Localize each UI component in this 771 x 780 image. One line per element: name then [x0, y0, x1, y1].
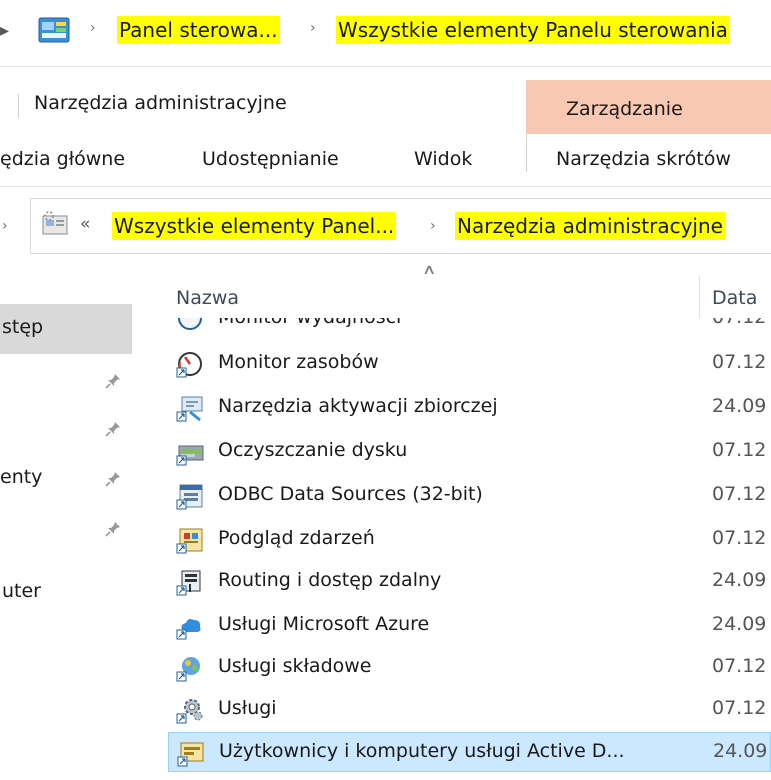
tab-home[interactable]: ędzia główne [0, 148, 125, 170]
nav-item-label[interactable]: enty [0, 466, 42, 488]
list-item-name: Użytkownicy i komputery usługi Active D.… [219, 740, 625, 762]
nav-item-label[interactable]: uter [2, 580, 41, 602]
chevron-right-icon[interactable]: › [2, 218, 8, 234]
list-item-name: Usługi [218, 697, 277, 719]
list-item[interactable]: Narzędzia aktywacji zbiorczej 24.09 [168, 388, 771, 428]
column-header-date[interactable]: Data [712, 287, 757, 309]
divider [18, 94, 19, 118]
control-panel-icon [38, 17, 70, 43]
list-item-date: 07.12 [712, 527, 767, 549]
address-crumb-admin-tools[interactable]: Narzędzia administracyjne [455, 212, 725, 240]
breadcrumb-separator-icon: › [310, 20, 316, 36]
list-item[interactable]: Monitor wydajności 07.12 [168, 318, 771, 340]
list-item[interactable]: Oczyszczanie dysku 07.12 [168, 432, 771, 472]
list-item-name: Monitor zasobów [218, 351, 379, 373]
odbc-icon [176, 484, 203, 510]
azure-services-icon [176, 619, 201, 640]
pin-icon[interactable] [104, 420, 122, 438]
list-item-name: Usługi Microsoft Azure [218, 613, 430, 635]
list-item-date: 24.09 [712, 613, 767, 635]
tab-manage[interactable]: Zarządzanie [566, 98, 683, 120]
breadcrumb-separator-icon: › [90, 20, 96, 36]
breadcrumb-separator-icon: › [430, 218, 436, 234]
list-item-date: 24.09 [712, 569, 767, 591]
column-divider[interactable] [699, 276, 700, 318]
volume-activation-icon [176, 396, 203, 422]
title-breadcrumb: ▸ › Panel sterowa... › Wszystkie element… [0, 0, 771, 68]
list-item-date: 07.12 [712, 483, 767, 505]
divider [526, 134, 527, 172]
list-item[interactable]: Routing i dostęp zdalny 24.09 [168, 562, 771, 602]
divider [0, 66, 771, 67]
breadcrumb-control-panel[interactable]: Panel sterowa... [117, 16, 280, 44]
list-item-date: 07.12 [712, 439, 767, 461]
list-item-name: Usługi składowe [218, 655, 372, 677]
list-item-date: 24.09 [712, 395, 767, 417]
component-services-icon [176, 657, 200, 682]
list-item[interactable]: Podgląd zdarzeń 07.12 [168, 520, 771, 560]
list-item-name: Monitor wydajności [218, 318, 401, 328]
perf-monitor-icon [178, 318, 202, 330]
list-item-date: 07.12 [712, 655, 767, 677]
list-item-name: ODBC Data Sources (32-bit) [218, 483, 483, 505]
column-header-name[interactable]: Nazwa [176, 287, 239, 309]
tab-share[interactable]: Udostępnianie [202, 148, 339, 170]
pin-icon[interactable] [104, 372, 122, 390]
disk-cleanup-icon [176, 445, 204, 466]
list-item[interactable]: Monitor zasobów 07.12 [168, 344, 771, 384]
divider [0, 186, 771, 187]
sort-up-icon: ∧ [421, 262, 437, 278]
list-item[interactable]: Usługi Microsoft Azure 24.09 [168, 606, 771, 646]
routing-icon [176, 570, 201, 596]
list-item-date: 07.12 [712, 351, 767, 373]
breadcrumb-overflow[interactable]: « [80, 214, 90, 234]
expand-arrow-icon[interactable]: ▸ [0, 20, 9, 41]
pin-icon[interactable] [104, 470, 122, 488]
list-item[interactable]: Usługi 07.12 [168, 690, 771, 730]
admin-tools-icon [42, 211, 68, 235]
list-item-name: Oczyszczanie dysku [218, 439, 408, 461]
pin-icon[interactable] [104, 520, 122, 538]
tab-shortcut-tools[interactable]: Narzędzia skrótów [556, 148, 731, 170]
event-viewer-icon [176, 528, 203, 554]
services-icon [176, 699, 203, 724]
list-item-date: 07.12 [712, 318, 766, 328]
breadcrumb-all-items[interactable]: Wszystkie elementy Panelu sterowania [336, 16, 730, 44]
list-item-name: Narzędzia aktywacji zbiorczej [218, 395, 498, 417]
resource-monitor-icon [176, 352, 202, 378]
list-item[interactable]: Usługi składowe 07.12 [168, 648, 771, 688]
list-item-date: 24.09 [713, 740, 768, 762]
list-item-name: Podgląd zdarzeń [218, 527, 375, 549]
nav-item-label: stęp [2, 316, 44, 338]
list-item-date: 07.12 [712, 697, 767, 719]
list-item-name: Routing i dostęp zdalny [218, 569, 442, 591]
ad-users-computers-icon [177, 742, 204, 767]
list-item[interactable]: Użytkownicy i komputery usługi Active D.… [168, 732, 771, 772]
tab-view[interactable]: Widok [414, 148, 472, 170]
address-crumb-all-items[interactable]: Wszystkie elementy Panel... [112, 212, 397, 240]
list-item[interactable]: ODBC Data Sources (32-bit) 07.12 [168, 476, 771, 516]
